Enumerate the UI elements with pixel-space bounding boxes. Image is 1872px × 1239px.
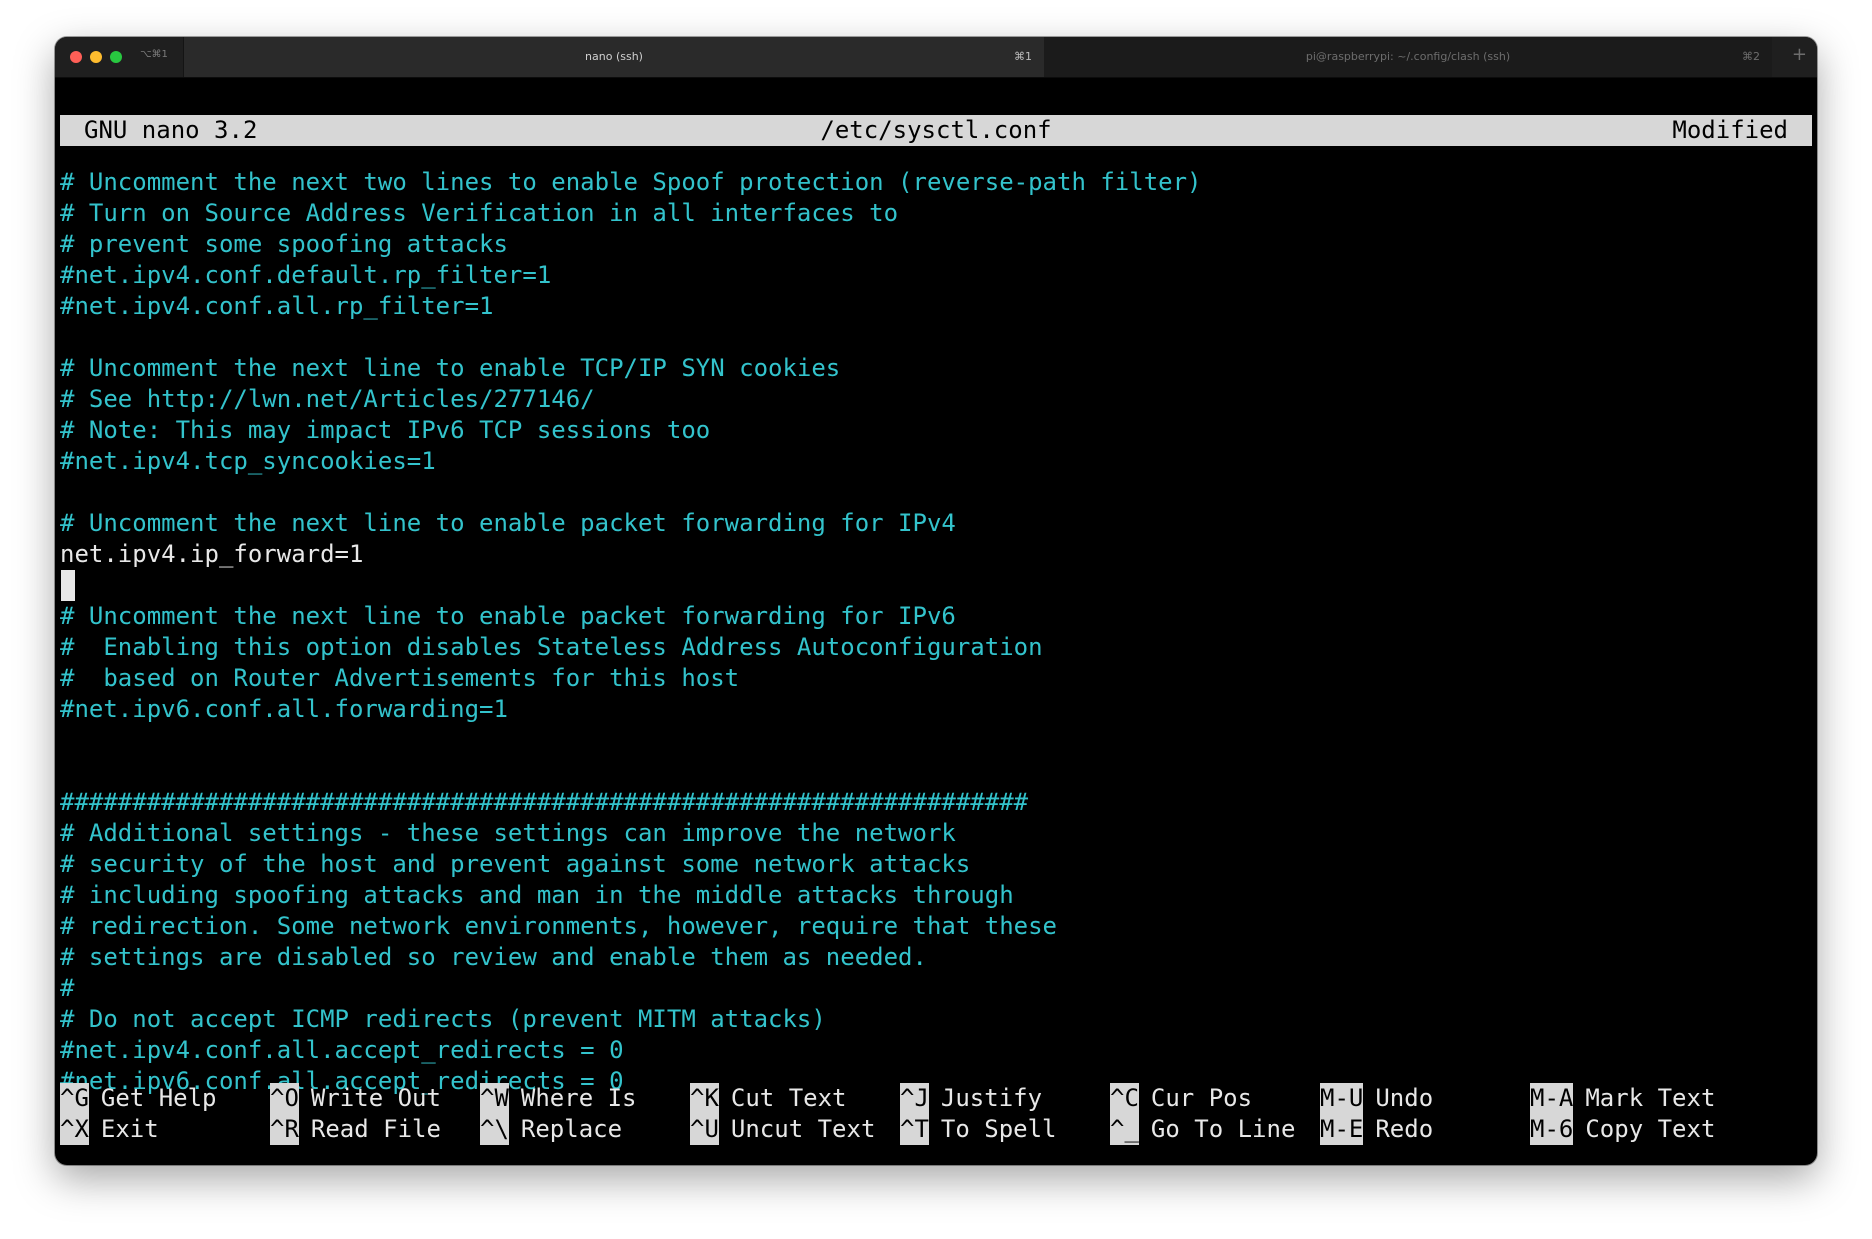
shortcut-key: ^T (900, 1114, 929, 1145)
text-cursor (61, 570, 75, 601)
tab-raspberrypi[interactable]: pi@raspberrypi: ~/.config/clash (ssh) ⌘2 (1044, 37, 1772, 77)
shortcut-justify: ^J Justify (900, 1083, 1042, 1114)
terminal-window: ⌥⌘1 nano (ssh) ⌘1 pi@raspberrypi: ~/.con… (55, 37, 1817, 1165)
shortcut-undo: M-U Undo (1320, 1083, 1433, 1114)
shortcut-label: Undo (1375, 1084, 1434, 1112)
file-line[interactable]: # including spoofing attacks and man in … (60, 880, 1014, 911)
shortcut-key: ^U (690, 1114, 719, 1145)
file-line[interactable]: # Note: This may impact IPv6 TCP session… (60, 415, 710, 446)
file-line[interactable]: # prevent some spoofing attacks (60, 229, 508, 260)
shortcut-label: Where Is (520, 1084, 637, 1112)
shortcut-key: ^G (60, 1083, 89, 1114)
file-line[interactable]: #net.ipv4.conf.default.rp_filter=1 (60, 260, 551, 291)
file-line[interactable]: # See http://lwn.net/Articles/277146/ (60, 384, 595, 415)
shortcut-where-is: ^W Where Is (480, 1083, 637, 1114)
shortcut-label: Justify (940, 1084, 1043, 1112)
shortcut-redo: M-E Redo (1320, 1114, 1433, 1145)
shortcut-mark-text: M-A Mark Text (1530, 1083, 1715, 1114)
shortcut-label: Replace (520, 1115, 623, 1143)
tab-nano[interactable]: nano (ssh) ⌘1 (183, 37, 1045, 77)
file-line[interactable]: # (60, 973, 74, 1004)
shortcut-key: ^X (60, 1114, 89, 1145)
file-line[interactable]: # settings are disabled so review and en… (60, 942, 927, 973)
title-bar: ⌥⌘1 nano (ssh) ⌘1 pi@raspberrypi: ~/.con… (55, 37, 1817, 78)
nano-editor[interactable]: GNU nano 3.2 /etc/sysctl.conf Modified #… (60, 78, 1812, 1158)
maximize-window-button[interactable] (110, 51, 122, 63)
tab-title: pi@raspberrypi: ~/.config/clash (ssh) (1305, 50, 1511, 63)
shortcut-label: Uncut Text (730, 1115, 876, 1143)
shortcut-go-to-line: ^_ Go To Line (1110, 1114, 1295, 1145)
shortcut-label: Redo (1375, 1115, 1434, 1143)
minimize-window-button[interactable] (90, 51, 102, 63)
shortcut-replace: ^\ Replace (480, 1114, 622, 1145)
shortcut-key: ^J (900, 1083, 929, 1114)
file-line[interactable]: # Additional settings - these settings c… (60, 818, 956, 849)
shortcut-cur-pos: ^C Cur Pos (1110, 1083, 1252, 1114)
shortcut-key: ^O (270, 1083, 299, 1114)
shortcut-label: Read File (310, 1115, 441, 1143)
shortcut-key: ^C (1110, 1083, 1139, 1114)
new-tab-icon[interactable]: + (1792, 44, 1807, 65)
modified-status: Modified (1672, 116, 1788, 144)
file-line[interactable]: # security of the host and prevent again… (60, 849, 970, 880)
shortcut-key: ^W (480, 1083, 509, 1114)
tab-shortcut: ⌘1 (1014, 50, 1032, 63)
tab-title: nano (ssh) (585, 50, 643, 63)
shortcut-cut-text: ^K Cut Text (690, 1083, 847, 1114)
file-line[interactable]: # based on Router Advertisements for thi… (60, 663, 739, 694)
file-line[interactable]: #net.ipv6.conf.all.forwarding=1 (60, 694, 508, 725)
file-line[interactable]: ########################################… (60, 787, 1028, 818)
close-window-button[interactable] (70, 51, 82, 63)
shortcut-key: M-6 (1530, 1114, 1574, 1145)
shortcut-label: Write Out (310, 1084, 441, 1112)
window-shortcut: ⌥⌘1 (140, 49, 168, 60)
shortcut-label: Get Help (100, 1084, 217, 1112)
file-line[interactable]: # Turn on Source Address Verification in… (60, 198, 898, 229)
shortcut-to-spell: ^T To Spell (900, 1114, 1057, 1145)
file-line[interactable]: # Uncomment the next line to enable pack… (60, 508, 956, 539)
shortcut-label: Cur Pos (1150, 1084, 1253, 1112)
shortcut-key: M-A (1530, 1083, 1574, 1114)
shortcut-uncut-text: ^U Uncut Text (690, 1114, 875, 1145)
file-line[interactable]: #net.ipv4.conf.all.accept_redirects = 0 (60, 1035, 624, 1066)
shortcut-label: To Spell (940, 1115, 1057, 1143)
file-line[interactable]: # Enabling this option disables Stateles… (60, 632, 1043, 663)
shortcut-key: M-U (1320, 1083, 1364, 1114)
nano-header-bar: GNU nano 3.2 /etc/sysctl.conf Modified (60, 115, 1812, 146)
tab-shortcut: ⌘2 (1742, 50, 1760, 63)
file-line[interactable]: # Uncomment the next line to enable TCP/… (60, 353, 840, 384)
shortcut-key: ^\ (480, 1114, 509, 1145)
file-line[interactable]: #net.ipv4.tcp_syncookies=1 (60, 446, 436, 477)
shortcut-write-out: ^O Write Out (270, 1083, 441, 1114)
shortcut-key: ^R (270, 1114, 299, 1145)
shortcut-label: Copy Text (1585, 1115, 1716, 1143)
shortcut-label: Exit (100, 1115, 159, 1143)
shortcut-key: ^K (690, 1083, 719, 1114)
file-name: /etc/sysctl.conf (820, 116, 1052, 144)
file-line[interactable]: #net.ipv4.conf.all.rp_filter=1 (60, 291, 493, 322)
file-line[interactable]: # redirection. Some network environments… (60, 911, 1057, 942)
file-line[interactable]: # Uncomment the next two lines to enable… (60, 167, 1202, 198)
shortcut-key: ^_ (1110, 1114, 1139, 1145)
file-line[interactable]: # Do not accept ICMP redirects (prevent … (60, 1004, 826, 1035)
shortcut-exit: ^X Exit (60, 1114, 159, 1145)
shortcut-label: Go To Line (1150, 1115, 1296, 1143)
shortcut-get-help: ^G Get Help (60, 1083, 217, 1114)
file-line[interactable]: net.ipv4.ip_forward=1 (60, 539, 363, 570)
shortcut-copy-text: M-6 Copy Text (1530, 1114, 1715, 1145)
shortcut-label: Mark Text (1585, 1084, 1716, 1112)
shortcut-read-file: ^R Read File (270, 1114, 441, 1145)
shortcut-key: M-E (1320, 1114, 1364, 1145)
shortcut-label: Cut Text (730, 1084, 847, 1112)
file-line[interactable]: # Uncomment the next line to enable pack… (60, 601, 956, 632)
